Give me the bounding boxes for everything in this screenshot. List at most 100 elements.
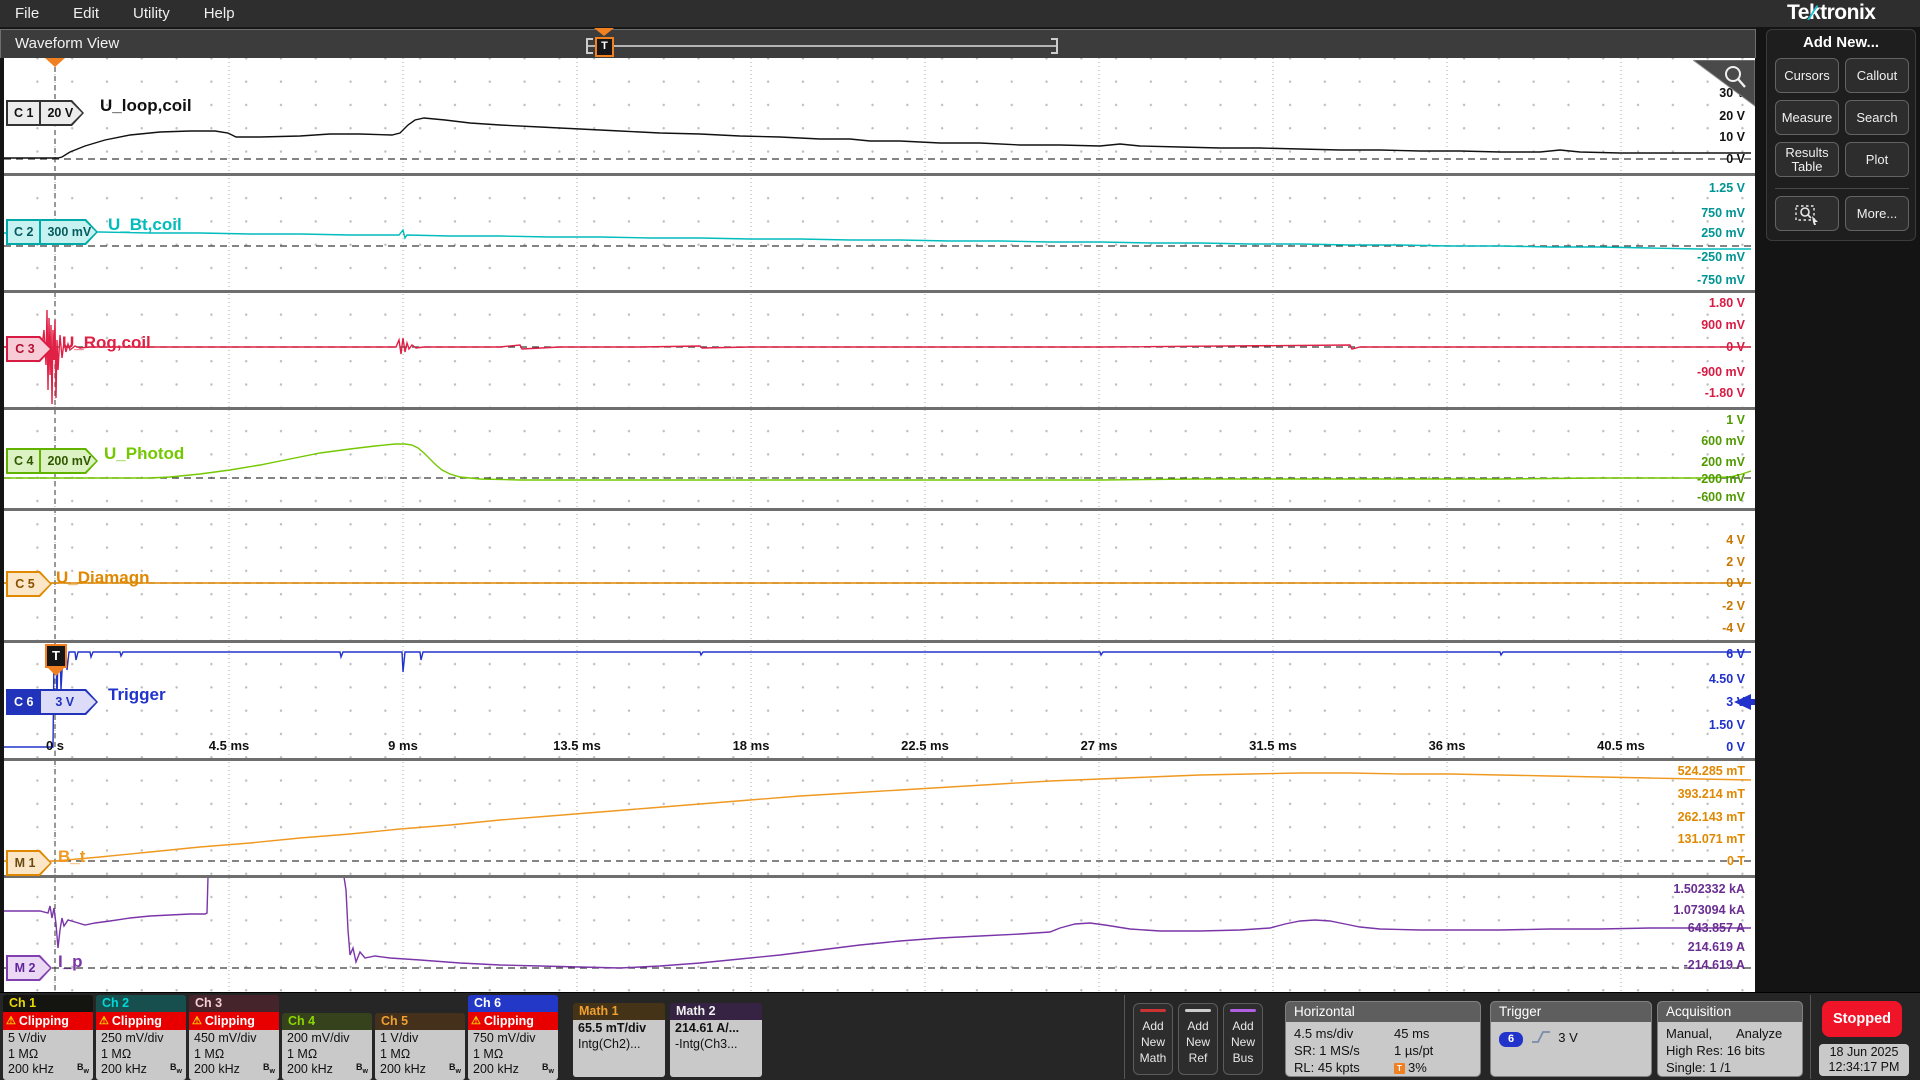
panel-row-value: Analyze <box>1736 1026 1782 1042</box>
section-separator <box>4 640 1755 643</box>
record-view-line <box>586 45 1056 47</box>
channel-settings-badge-1[interactable]: Ch 1⚠Clipping5 V/div1 MΩ200 kHzBw <box>3 995 93 1080</box>
trigger-position-icon[interactable] <box>45 58 65 67</box>
menu-file[interactable]: File <box>15 5 39 22</box>
panel-row-label: Manual, <box>1666 1026 1712 1042</box>
trigger-source-icon[interactable]: T <box>45 644 67 668</box>
channel-badge-c4[interactable]: C 4200 mV <box>6 448 98 474</box>
badge-segment: C 4 <box>8 450 41 472</box>
channel-setting-value: 1 MΩ <box>194 1047 224 1063</box>
bandwidth-icon: Bw <box>170 1060 182 1079</box>
channel-settings-badge-2[interactable]: Ch 2⚠Clipping250 mV/div1 MΩ200 kHzBw <box>96 995 186 1080</box>
channel-setting-value: 200 kHz <box>194 1062 240 1078</box>
button-label-line: New <box>1224 1034 1262 1050</box>
scale-label-m2: 643.857 A <box>1688 920 1745 936</box>
time-axis-label: 4.5 ms <box>209 738 249 753</box>
channel-settings-badge-6[interactable]: Ch 6⚠Clipping750 mV/div1 MΩ200 kHzBw <box>468 995 558 1080</box>
tektronix-logo: Tek∕tronix <box>1787 1 1915 25</box>
channel-setting-value: 200 kHz <box>101 1062 147 1078</box>
menu-items: File Edit Utility Help <box>15 0 235 27</box>
channel-settings-badge-5[interactable]: Ch 51 V/div1 MΩ200 kHzBw <box>375 1013 465 1080</box>
menu-utility[interactable]: Utility <box>133 5 170 22</box>
channel-label-c4[interactable]: U_Photod <box>104 444 184 464</box>
acquisition-panel[interactable]: Acquisition Manual,AnalyzeHigh Res: 16 b… <box>1657 1001 1803 1077</box>
acquisition-title: Acquisition <box>1658 1002 1802 1022</box>
channel-label-c3[interactable]: U_Rog,coil <box>62 333 151 353</box>
menu-help[interactable]: Help <box>204 5 235 22</box>
channel-label-m2[interactable]: I_p <box>58 952 83 972</box>
time-axis-label: 9 ms <box>388 738 418 753</box>
scale-label-c2: 250 mV <box>1701 225 1745 241</box>
trigger-source-pointer-icon <box>48 668 64 676</box>
channel-label-c6[interactable]: Trigger <box>108 685 166 705</box>
plot-button[interactable]: Plot <box>1845 142 1909 177</box>
channel-settings-badge-4[interactable]: Ch 4200 mV/div1 MΩ200 kHzBw <box>282 1013 372 1080</box>
badge-segment: M 2 <box>8 957 50 979</box>
math-settings-badge-2[interactable]: Math 2214.61 A/...-Intg(Ch3... <box>670 1003 762 1077</box>
channel-label-c1[interactable]: U_loop,coil <box>100 96 192 116</box>
trigger-panel[interactable]: Trigger 6 3 V <box>1490 1001 1652 1077</box>
more-button[interactable]: More... <box>1845 196 1909 231</box>
scale-label-c6: 0 V <box>1726 739 1745 755</box>
results-table-button[interactable]: Results Table <box>1775 142 1839 177</box>
channel-badge-c2[interactable]: C 2300 mV <box>6 219 98 245</box>
panel-row-label: RL: 45 kpts <box>1294 1060 1360 1076</box>
scale-label-m2: 1.073094 kA <box>1673 902 1745 918</box>
time-axis-label: 0 s <box>46 738 64 753</box>
channel-label-m1[interactable]: B_t <box>58 847 85 867</box>
section-separator <box>4 758 1755 761</box>
math-settings-badge-1[interactable]: Math 165.5 mT/divIntg(Ch2)... <box>573 1003 665 1077</box>
channel-label-c2[interactable]: U_Bt,coil <box>108 215 182 235</box>
scale-label-c3: -1.80 V <box>1705 385 1745 401</box>
button-label-line: New <box>1134 1034 1172 1050</box>
run-stop-status-button[interactable]: Stopped <box>1822 1001 1902 1037</box>
scale-label-c5: 2 V <box>1726 554 1745 570</box>
search-button[interactable]: Search <box>1845 100 1909 135</box>
add-new-bus-button[interactable]: AddNewBus <box>1223 1003 1263 1075</box>
badge-segment: M 1 <box>8 852 50 874</box>
waveform-grid[interactable]: 30 V20 V10 V0 V1.25 V750 mV250 mV-250 mV… <box>4 58 1755 992</box>
channel-badge-c6[interactable]: C 63 V <box>6 689 98 715</box>
logo-accent: ∕ <box>1811 2 1814 26</box>
channel-settings-badge-3[interactable]: Ch 3⚠Clipping450 mV/div1 MΩ200 kHzBw <box>189 995 279 1080</box>
scale-label-m1: 0 T <box>1727 853 1745 869</box>
clipping-banner: ⚠Clipping <box>3 1012 93 1030</box>
channel-label-c5[interactable]: U_Diamagn <box>56 568 150 588</box>
panel-divider <box>1775 188 1909 189</box>
time-axis-label: 18 ms <box>733 738 770 753</box>
bar-divider <box>1810 995 1811 1079</box>
settings-bar: Ch 1⚠Clipping5 V/div1 MΩ200 kHzBwCh 2⚠Cl… <box>0 992 1920 1080</box>
panel-row-label: SR: 1 MS/s <box>1294 1043 1360 1059</box>
bandwidth-icon: Bw <box>449 1060 461 1079</box>
scale-label-c4: -200 mV <box>1697 471 1745 487</box>
record-trigger-marker[interactable]: T <box>595 37 614 57</box>
channel-setting-value: 200 kHz <box>8 1062 54 1078</box>
zoom-select-button[interactable] <box>1775 196 1839 231</box>
bandwidth-icon: Bw <box>263 1060 275 1079</box>
bar-divider <box>1124 995 1125 1079</box>
horizontal-panel[interactable]: Horizontal 4.5 ms/div45 msSR: 1 MS/s1 µs… <box>1285 1001 1481 1077</box>
zoom-corner-button[interactable] <box>1693 60 1755 108</box>
waveform-traces <box>4 58 1755 992</box>
callout-button[interactable]: Callout <box>1845 58 1909 93</box>
waveform-view-titlebar: Waveform View T <box>0 29 1756 58</box>
channel-setting-value: 200 mV/div <box>287 1031 350 1047</box>
badge-segment: 3 V <box>41 691 96 713</box>
warning-icon: ⚠ <box>6 1012 16 1030</box>
section-separator <box>4 290 1755 293</box>
channel-badge-c1[interactable]: C 120 V <box>6 100 84 126</box>
scale-label-c3: 0 V <box>1726 339 1745 355</box>
cursors-button[interactable]: Cursors <box>1775 58 1839 93</box>
add-new-ref-button[interactable]: AddNewRef <box>1178 1003 1218 1075</box>
record-view-left-bracket <box>586 38 588 54</box>
badge-segment: C 1 <box>8 102 41 124</box>
add-new-math-button[interactable]: AddNewMath <box>1133 1003 1173 1075</box>
clipping-banner: ⚠Clipping <box>468 1012 558 1030</box>
trace-c2 <box>4 225 1751 249</box>
record-trigger-triangle-icon <box>594 28 614 36</box>
math-badge-title: Math 1 <box>573 1003 665 1020</box>
scale-label-c2: 1.25 V <box>1709 180 1745 196</box>
menu-edit[interactable]: Edit <box>73 5 99 22</box>
scale-label-c2: -750 mV <box>1697 272 1745 288</box>
measure-button[interactable]: Measure <box>1775 100 1839 135</box>
